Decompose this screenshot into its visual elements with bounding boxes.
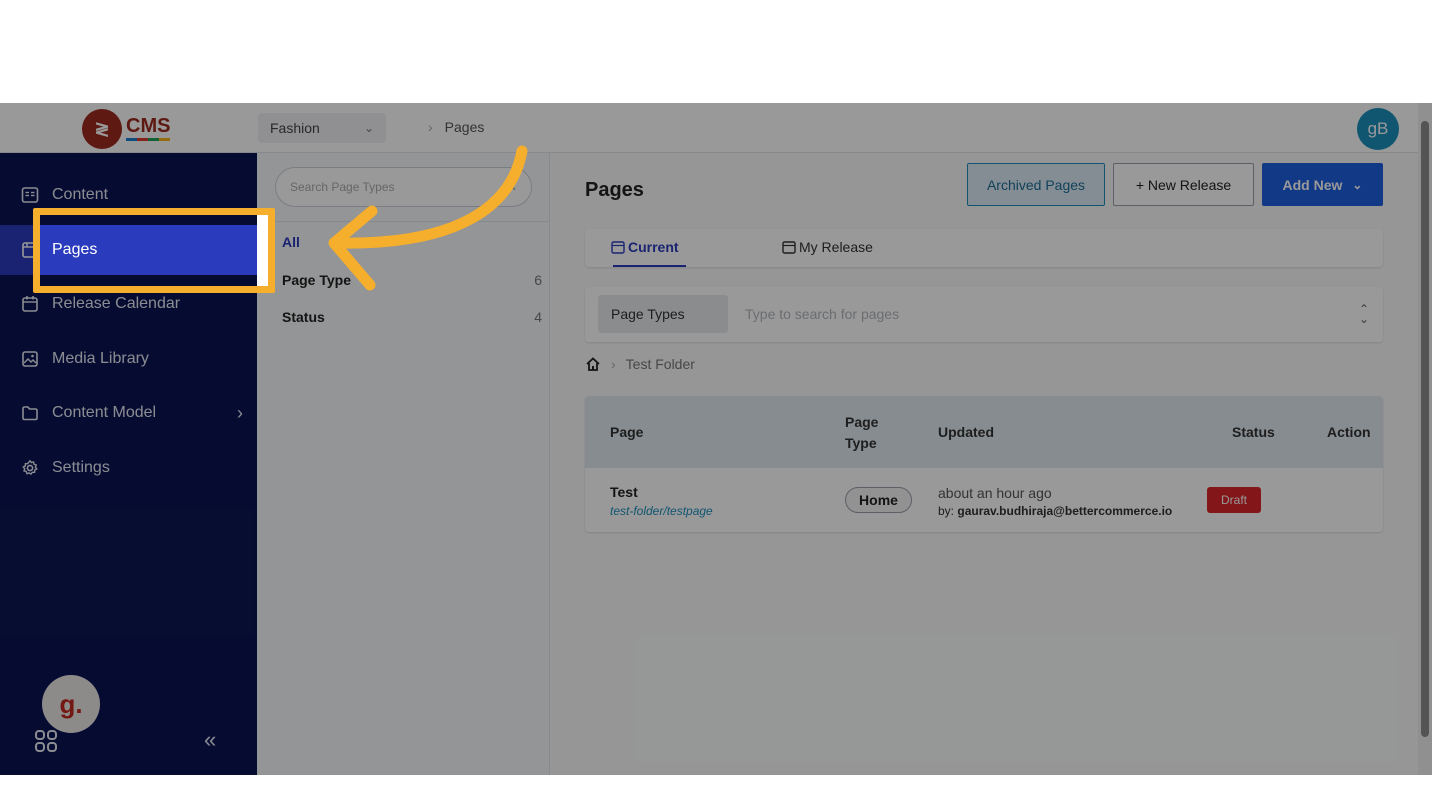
user-avatar[interactable]: gB [1357, 108, 1399, 150]
tab-label: Current [628, 239, 679, 255]
sidebar-item-content-model[interactable]: Content Model › [0, 388, 257, 438]
apps-grid-icon[interactable] [34, 729, 58, 758]
app-frame: ≷ CMS Fashion ⌄ › Pages gB Content Pages [0, 103, 1432, 775]
sidebar-item-label: Settings [52, 459, 110, 476]
filter-row-status[interactable]: Status 4 [282, 309, 542, 325]
home-icon[interactable] [585, 356, 601, 372]
updated-time: about an hour ago [938, 485, 1052, 501]
tab-label: My Release [799, 239, 873, 255]
updated-by: by: gaurav.budhiraja@bettercommerce.io [938, 504, 1172, 518]
vertical-scrollbar[interactable] [1418, 103, 1432, 775]
updated-by-prefix: by: [938, 504, 955, 518]
add-new-button[interactable]: Add New ⌄ [1262, 163, 1383, 206]
status-badge: Draft [1207, 487, 1261, 513]
folder-breadcrumb: › Test Folder [585, 356, 695, 372]
tab-current[interactable]: Current [611, 239, 679, 255]
column-header-action: Action [1327, 424, 1371, 440]
annotation-arrow-icon [328, 145, 528, 291]
filter-row-label: All [282, 234, 300, 250]
table-header: Page Page Type Updated Status Action [585, 396, 1383, 468]
breadcrumb-current: Pages [444, 119, 485, 135]
chevron-down-icon: ⌄ [1352, 177, 1363, 192]
page-search-input[interactable] [745, 297, 1325, 331]
logo-text: CMS [126, 114, 171, 144]
sort-updown-icon[interactable]: ⌃ ⌄ [1359, 303, 1369, 325]
chevron-down-icon: ⌄ [363, 121, 374, 135]
highlight-box [33, 208, 275, 293]
image-icon [20, 349, 40, 369]
breadcrumb-separator-icon: › [428, 119, 433, 135]
updated-by-user: gaurav.budhiraja@bettercommerce.io [957, 504, 1173, 518]
tab-bar: Current My Release [585, 229, 1383, 267]
filter-row-count: 4 [534, 309, 542, 325]
column-header-page-type: Type [845, 435, 877, 451]
pages-table: Page Page Type Updated Status Action Tes… [585, 396, 1383, 532]
folder-icon [20, 403, 40, 423]
page-search-bar: Page Types ⌃⌄ [585, 287, 1383, 342]
assistant-button[interactable]: g. [42, 675, 100, 733]
column-header-status: Status [1232, 424, 1275, 440]
tab-my-release[interactable]: My Release [782, 239, 873, 255]
archived-pages-button[interactable]: Archived Pages [967, 163, 1105, 206]
collapse-sidebar-icon[interactable]: « [204, 727, 216, 753]
sidebar-item-label: Content Model [52, 404, 157, 421]
column-header-updated: Updated [938, 424, 994, 440]
active-tab-indicator [613, 265, 686, 267]
logo-mark-icon: ≷ [82, 109, 122, 149]
page-title: Pages [585, 179, 644, 201]
calendar-icon [611, 240, 625, 254]
add-new-label: Add New [1282, 176, 1343, 193]
scrollbar-thumb[interactable] [1421, 121, 1429, 737]
sidebar-item-label: Media Library [52, 350, 149, 367]
content-icon [20, 185, 40, 205]
new-release-button[interactable]: + New Release [1113, 163, 1254, 206]
sidebar-item-label: Release Calendar [52, 295, 181, 312]
store-select-value: Fashion [270, 120, 320, 136]
column-header-page-type: Page [845, 414, 879, 430]
sidebar-item-media-library[interactable]: Media Library [0, 334, 257, 384]
gear-icon [20, 458, 40, 478]
sidebar-item-settings[interactable]: Settings [0, 443, 257, 493]
filter-row-label: Status [282, 309, 325, 325]
breadcrumb: › Pages [428, 119, 484, 135]
page-type-badge: Home [845, 487, 912, 513]
store-select[interactable]: Fashion ⌄ [258, 113, 386, 143]
sidebar-item-label: Content [52, 186, 109, 203]
logo[interactable]: ≷ CMS [82, 109, 182, 149]
chevron-right-icon: › [237, 402, 243, 423]
calendar-icon [20, 294, 40, 314]
page-types-select[interactable]: Page Types [598, 295, 728, 333]
main-content: Pages Archived Pages + New Release Add N… [550, 153, 1418, 775]
top-bar: ≷ CMS Fashion ⌄ › Pages gB [0, 103, 1418, 153]
calendar-icon [782, 240, 796, 254]
column-header-page: Page [610, 424, 644, 440]
page-name[interactable]: Test [610, 484, 638, 500]
breadcrumb-folder[interactable]: Test Folder [626, 356, 695, 372]
breadcrumb-separator-icon: › [611, 356, 616, 372]
page-slug[interactable]: test-folder/testpage [610, 504, 713, 518]
